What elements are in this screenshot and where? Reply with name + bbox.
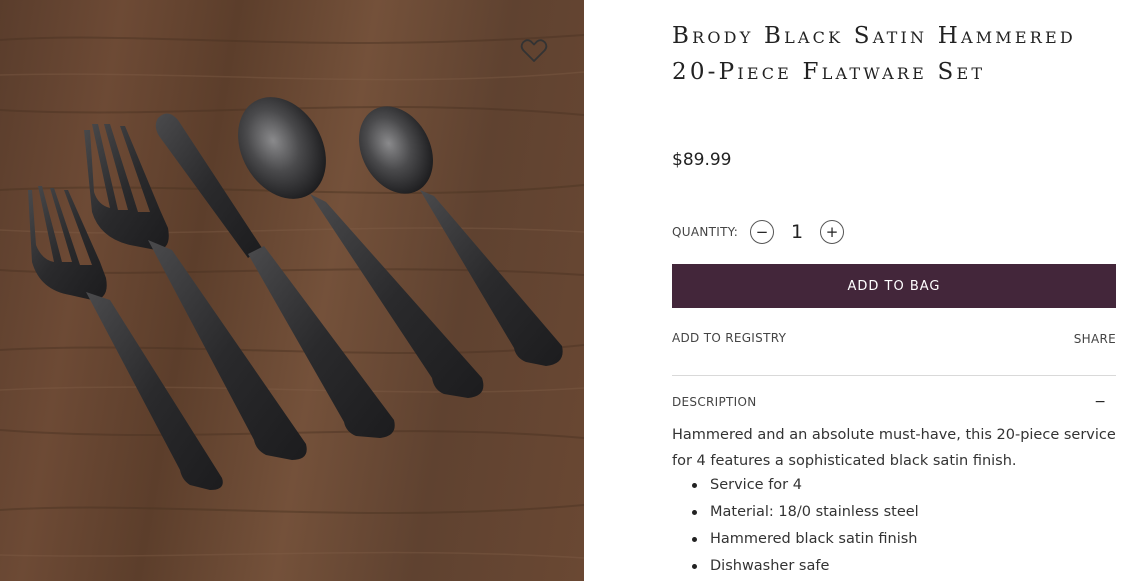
heart-outline-icon <box>520 39 548 62</box>
collapse-icon: − <box>1094 394 1106 410</box>
product-title: Brody Black Satin Hammered 20-Piece Flat… <box>672 23 1076 85</box>
minus-icon: − <box>755 222 769 241</box>
add-to-registry-link[interactable]: ADD TO REGISTRY <box>672 331 786 345</box>
quantity-value[interactable]: 1 <box>774 221 820 243</box>
add-to-bag-button[interactable]: ADD TO BAG <box>672 264 1116 308</box>
description-accordion-header[interactable]: DESCRIPTION − <box>672 394 1116 410</box>
list-item: Material: 18/0 stainless steel <box>690 499 1110 526</box>
quantity-selector: QUANTITY: − 1 + <box>672 219 845 245</box>
flatware-illustration <box>0 34 584 559</box>
product-price: $89.99 <box>672 150 732 170</box>
feature-list: Service for 4 Material: 18/0 stainless s… <box>690 472 1110 580</box>
share-link[interactable]: SHARE <box>1074 332 1116 346</box>
divider <box>672 375 1116 376</box>
list-item: Hammered black satin finish <box>690 526 1110 553</box>
quantity-decrement-button[interactable]: − <box>750 220 775 244</box>
quantity-label: QUANTITY: <box>672 225 739 239</box>
description-heading: DESCRIPTION <box>672 395 757 409</box>
quantity-increment-button[interactable]: + <box>820 220 845 244</box>
wishlist-button[interactable] <box>520 38 548 64</box>
product-image <box>0 0 584 581</box>
list-item: Dishwasher safe <box>690 553 1110 580</box>
plus-icon: + <box>825 222 839 241</box>
list-item: Service for 4 <box>690 472 1110 499</box>
description-text: Hammered and an absolute must-have, this… <box>672 427 1116 469</box>
